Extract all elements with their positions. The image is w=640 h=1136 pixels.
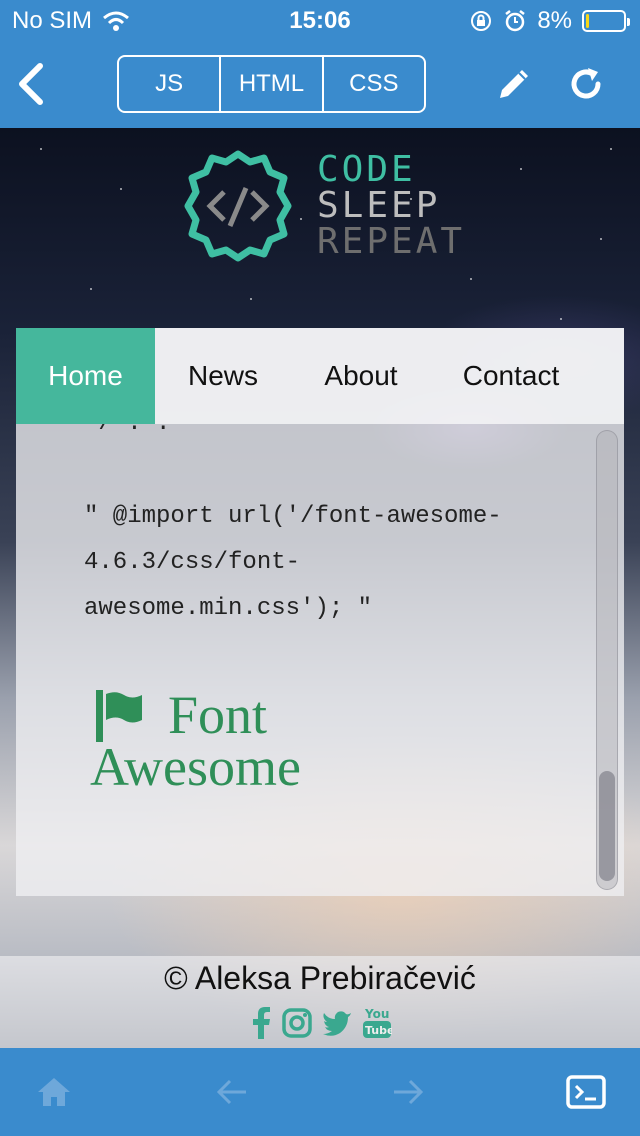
arrow-right-icon[interactable]	[388, 1072, 428, 1112]
import-code-snippet: " @import url('/font-awesome-4.6.3/css/f…	[84, 503, 502, 622]
pencil-icon[interactable]	[494, 64, 534, 104]
logo-text: CODE SLEEP REPEAT	[317, 152, 465, 260]
bottom-toolbar	[0, 1048, 640, 1136]
facebook-icon[interactable]	[250, 1007, 272, 1039]
alarm-icon	[505, 10, 526, 32]
scrollbar-thumb[interactable]	[599, 771, 615, 881]
menu-item-contact[interactable]: Contact	[431, 328, 591, 424]
svg-text:Tube: Tube	[365, 1024, 392, 1037]
twitter-icon[interactable]	[322, 1010, 352, 1036]
svg-text:You: You	[364, 1007, 389, 1021]
status-bar: No SIM 15:06 8%	[0, 0, 640, 40]
tab-js[interactable]: JS	[119, 57, 222, 111]
clipped-code-line: */ . .	[84, 424, 170, 437]
instagram-icon[interactable]	[282, 1008, 312, 1038]
tab-html[interactable]: HTML	[221, 57, 324, 111]
menu-item-home[interactable]: Home	[16, 328, 155, 424]
battery-level	[586, 14, 589, 28]
reload-icon[interactable]	[566, 64, 606, 104]
youtube-icon[interactable]: You Tube	[362, 1006, 392, 1040]
console-icon[interactable]	[566, 1072, 606, 1112]
logo-line-repeat: REPEAT	[317, 221, 466, 262]
copyright-text: © Aleksa Prebiračević	[164, 960, 476, 996]
home-icon[interactable]	[34, 1072, 74, 1112]
flag-icon	[96, 690, 142, 742]
arrow-left-icon[interactable]	[212, 1072, 252, 1112]
menu-item-about[interactable]: About	[291, 328, 431, 424]
font-awesome-logo: Font Awesome	[90, 686, 390, 806]
social-links: You Tube	[250, 1006, 392, 1040]
code-tab-switcher: JS HTML CSS	[117, 55, 426, 113]
battery-percent: 8%	[537, 7, 572, 34]
logo-line-sleep: SLEEP	[317, 185, 441, 226]
battery-icon	[582, 10, 630, 32]
logo-line-code: CODE	[317, 149, 416, 190]
site-menu: Home News About Contact	[16, 328, 624, 424]
content-panel[interactable]: */ . . " @import url('/font-awesome-4.6.…	[16, 424, 624, 896]
scrollbar[interactable]	[596, 430, 618, 890]
back-chevron-icon[interactable]	[12, 60, 52, 108]
fa-logo-line2: Awesome	[90, 737, 301, 797]
menu-item-news[interactable]: News	[155, 328, 291, 424]
fa-logo-line1: Font	[168, 685, 268, 745]
site-footer: © Aleksa Prebiračević You Tube	[0, 956, 640, 1048]
nav-bar: JS HTML CSS	[0, 40, 640, 128]
orientation-lock-icon	[471, 11, 492, 31]
tab-css[interactable]: CSS	[324, 57, 424, 111]
